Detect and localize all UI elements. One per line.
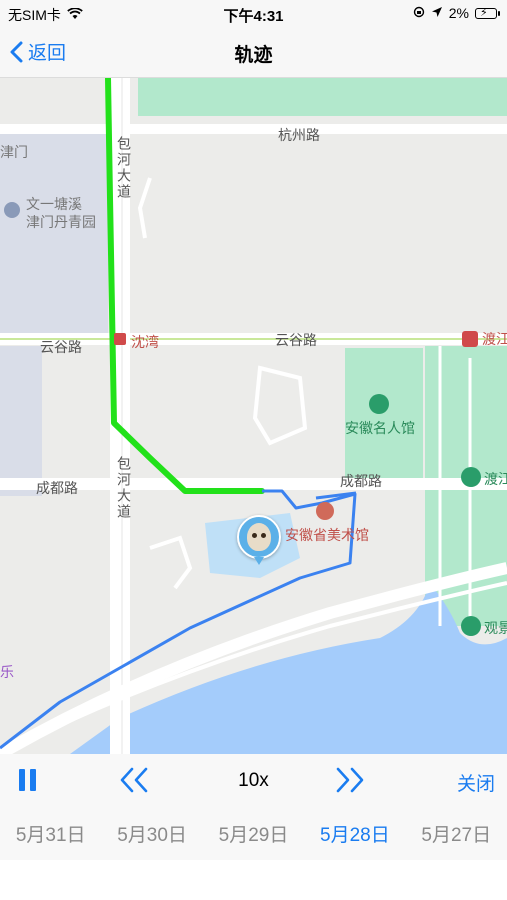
poi-label-guan: 观景 [484, 620, 507, 636]
metro-station-icon [462, 331, 478, 347]
park-poi-icon [461, 467, 481, 487]
battery-percent: 2% [448, 5, 469, 21]
road-label-chengdu-left: 成都路 [36, 480, 78, 496]
double-chevron-right-icon [336, 767, 364, 793]
date-tab[interactable]: 5月30日 [117, 820, 187, 847]
close-button[interactable]: 关闭 [457, 769, 495, 796]
park-poi-icon [369, 394, 389, 414]
bottom-safe-area [0, 860, 507, 900]
park-poi-icon [461, 616, 481, 636]
road-label-baohe-bottom: 包河大道 [116, 456, 132, 520]
road-label-yungu-left: 云谷路 [40, 339, 82, 355]
date-tab[interactable]: 5月29日 [219, 820, 289, 847]
museum-poi-icon [316, 502, 334, 520]
park-area [138, 78, 507, 116]
date-tab[interactable]: 5月31日 [16, 820, 86, 847]
minor-road [137, 177, 152, 239]
map-block [0, 346, 42, 496]
date-tab-active[interactable]: 5月28日 [320, 820, 390, 847]
poi-label-le: 乐 [0, 664, 14, 680]
poi-label-meishuguan: 安徽省美术馆 [285, 527, 369, 543]
forward-button[interactable] [334, 766, 366, 799]
poi-label-jinmen: 津门 [0, 144, 28, 160]
poi-label-shenwan: 沈湾 [131, 334, 159, 350]
navigation-bar: 返回 轨迹 [0, 28, 507, 78]
orientation-lock-icon [413, 5, 425, 21]
date-selector: 5月31日 5月30日 5月29日 5月28日 5月27日 [0, 806, 507, 860]
playback-controls: 10x 关闭 [0, 754, 507, 806]
map-block [0, 133, 108, 333]
minor-road [252, 365, 308, 446]
road-label-chengdu-right: 成都路 [340, 473, 382, 489]
metro-station-icon [114, 333, 126, 345]
current-position-avatar[interactable] [237, 515, 281, 565]
road [0, 124, 507, 134]
map-canvas [0, 78, 507, 754]
poi-label-wenyi-2: 津门丹青园 [26, 214, 96, 230]
poi-label-dujiang: 渡江 [482, 331, 507, 347]
page-title: 轨迹 [234, 45, 273, 66]
poi-label-mingrenguan: 安徽名人馆 [345, 420, 415, 436]
date-tab[interactable]: 5月27日 [421, 820, 491, 847]
road-label-yungu-right: 云谷路 [275, 332, 317, 348]
poi-home-icon [4, 202, 20, 218]
poi-label-wenyi-1: 文一塘溪 [26, 196, 82, 212]
minor-road [149, 535, 193, 590]
map-view[interactable]: 杭州路 包河大道 津门 文一塘溪 津门丹青园 云谷路 沈湾 云谷路 渡江 安徽名… [0, 78, 507, 754]
road-label-hangzhou: 杭州路 [278, 127, 320, 143]
road-label-baohe-top: 包河大道 [116, 136, 132, 200]
status-bar: 无SIM卡 下午4:31 2% ⚡ [0, 0, 507, 28]
park-area [345, 348, 423, 483]
battery-icon: ⚡ [475, 7, 500, 19]
playback-speed[interactable]: 10x [0, 770, 507, 792]
poi-label-dujiang-2: 渡江 [484, 471, 507, 487]
location-arrow-icon [431, 5, 443, 21]
